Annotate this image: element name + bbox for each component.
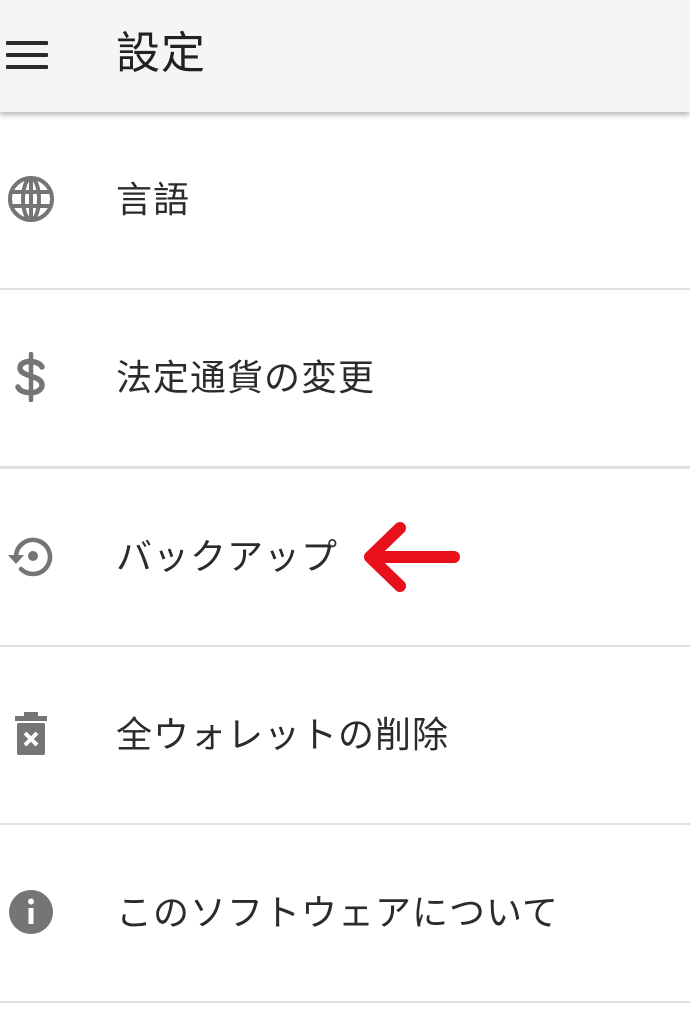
settings-item-label: 言語 xyxy=(116,180,191,221)
settings-screen: 設定 言語 法定通貨の変更 バックアップ 全ウォレットの削除 このソフトウェアに… xyxy=(0,0,690,1024)
settings-item-about[interactable]: このソフトウェアについて xyxy=(0,825,690,1003)
page-title: 設定 xyxy=(116,28,206,79)
settings-list: 言語 法定通貨の変更 バックアップ 全ウォレットの削除 このソフトウェアについて xyxy=(0,112,690,1003)
settings-item-delete-all-wallets[interactable]: 全ウォレットの削除 xyxy=(0,647,690,825)
dollar-icon xyxy=(6,352,56,402)
settings-item-backup[interactable]: バックアップ xyxy=(0,469,690,647)
settings-item-fiat-currency[interactable]: 法定通貨の変更 xyxy=(0,290,690,469)
delete-icon xyxy=(6,709,56,759)
settings-item-label: 全ウォレットの削除 xyxy=(116,715,450,756)
settings-item-label: 法定通貨の変更 xyxy=(116,358,376,399)
hamburger-menu-icon[interactable] xyxy=(6,38,50,74)
globe-icon xyxy=(6,174,56,224)
info-icon xyxy=(6,887,56,937)
annotation-arrow-icon xyxy=(360,518,464,596)
settings-item-label: このソフトウェアについて xyxy=(116,893,559,934)
restore-icon xyxy=(6,531,56,581)
app-bar: 設定 xyxy=(0,0,690,112)
settings-item-label: バックアップ xyxy=(116,537,339,578)
settings-item-language[interactable]: 言語 xyxy=(0,112,690,290)
